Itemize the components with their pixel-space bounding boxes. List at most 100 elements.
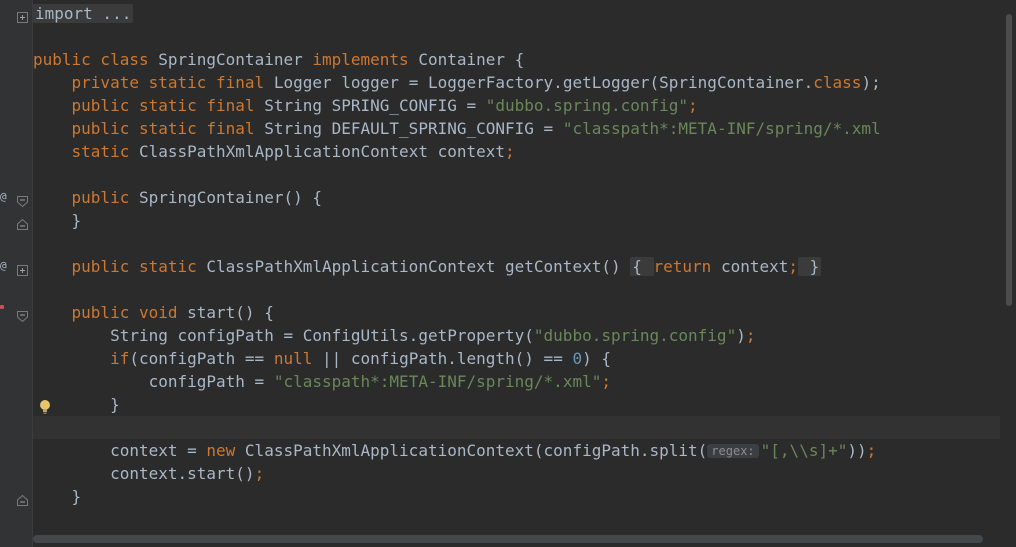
override-marker-icon[interactable]: @ (0, 259, 10, 273)
code-token: ClassPathXmlApplicationContext(configPat… (244, 441, 708, 460)
code-line[interactable] (33, 508, 1000, 531)
code-line[interactable]: } (33, 393, 1000, 416)
parameter-hint: regex: (707, 444, 759, 458)
code-line[interactable]: import ... (33, 2, 1000, 25)
code-token: public static (71, 257, 207, 276)
code-token: ; (254, 464, 265, 483)
code-token: ClassPathXmlApplicationContext context (138, 142, 506, 161)
horizontal-scroll-thumb[interactable] (33, 535, 983, 543)
fold-collapse-icon[interactable] (17, 307, 28, 323)
code-token: "dubbo.spring.config" (533, 326, 737, 345)
code-token: } (33, 487, 82, 506)
fold-end-icon[interactable] (17, 491, 28, 506)
code-token: ClassPathXmlApplicationContext getContex… (206, 257, 631, 276)
code-line[interactable]: private static final Logger logger = Log… (33, 71, 1000, 94)
code-token: ; (601, 372, 611, 391)
folded-region[interactable]: } (798, 257, 822, 276)
code-token: ; (866, 441, 877, 460)
code-token: public void (71, 303, 188, 322)
editor-gutter: @ @ (0, 0, 33, 547)
code-editor[interactable]: @ @ import ... public class SpringContaine… (0, 0, 1016, 547)
code-token: ); (861, 73, 881, 92)
code-line[interactable]: static ClassPathXmlApplicationContext co… (33, 140, 1000, 163)
code-token: null (273, 349, 322, 368)
code-token: public static final (71, 96, 265, 115)
code-line[interactable]: if(configPath == null || configPath.leng… (33, 347, 1000, 370)
code-line[interactable] (33, 163, 1000, 186)
folded-region[interactable]: import ... (33, 4, 134, 23)
vertical-scrollbar[interactable] (1000, 0, 1016, 547)
fold-expand-icon[interactable] (17, 8, 28, 23)
code-line[interactable] (33, 416, 1000, 439)
code-token: context.start() (33, 464, 255, 483)
fold-expand-icon[interactable] (17, 261, 28, 276)
code-line[interactable]: public void start() { (33, 301, 1000, 324)
code-token: ) (736, 326, 746, 345)
code-line[interactable] (33, 232, 1000, 255)
lightbulb-icon[interactable] (37, 398, 53, 416)
code-token: static (71, 142, 139, 161)
code-token: String DEFAULT_SPRING_CONFIG = (264, 119, 563, 138)
code-token: Container { (418, 50, 525, 69)
code-token: ; (688, 96, 698, 115)
code-token: ; (505, 142, 515, 161)
folded-region[interactable]: { (630, 257, 654, 276)
code-token: public class (33, 50, 159, 69)
code-token: SpringContainer() { (138, 188, 322, 207)
vertical-scroll-thumb[interactable] (1006, 14, 1012, 306)
code-token: public (71, 188, 139, 207)
code-token: context = (33, 441, 207, 460)
code-token: "dubbo.spring.config" (485, 96, 689, 115)
code-line[interactable]: } (33, 209, 1000, 232)
code-token: "[,\\s]+" (760, 441, 848, 460)
code-token: ) { (582, 349, 611, 368)
code-token: ; (745, 326, 756, 345)
code-token: } (33, 211, 82, 230)
code-line[interactable] (33, 25, 1000, 48)
code-line[interactable]: } (33, 485, 1000, 508)
code-token: private static final (71, 73, 274, 92)
code-token: )) (847, 441, 867, 460)
code-token: if (110, 349, 130, 368)
code-token: "classpath*:META-INF/spring/*.xml" (273, 372, 602, 391)
override-marker-icon[interactable]: @ (0, 190, 10, 204)
code-line[interactable]: context.start(); (33, 462, 1000, 485)
code-token: configPath = (33, 372, 274, 391)
code-area[interactable]: import ... public class SpringContainer i… (33, 0, 1000, 547)
code-token: context (720, 257, 789, 276)
code-token: ; (788, 257, 799, 276)
code-line[interactable]: String configPath = ConfigUtils.getPrope… (33, 324, 1000, 347)
code-line[interactable]: public class SpringContainer implements … (33, 48, 1000, 71)
code-line[interactable]: configPath = "classpath*:META-INF/spring… (33, 370, 1000, 393)
fold-collapse-icon[interactable] (17, 192, 28, 208)
code-line[interactable] (33, 278, 1000, 301)
code-token: public static final (71, 119, 265, 138)
horizontal-scrollbar[interactable] (33, 531, 1000, 547)
code-token: Logger logger = LoggerFactory.getLogger(… (273, 73, 814, 92)
code-token: || configPath.length() == (322, 349, 573, 368)
code-line[interactable]: public static final String SPRING_CONFIG… (33, 94, 1000, 117)
code-token: String SPRING_CONFIG = (264, 96, 486, 115)
code-line[interactable]: public static ClassPathXmlApplicationCon… (33, 255, 1000, 278)
fold-end-icon[interactable] (17, 215, 28, 230)
code-token: SpringContainer (158, 50, 313, 69)
error-stripe-mark (0, 305, 4, 309)
code-token: 0 (572, 349, 583, 368)
code-token: return (653, 257, 721, 276)
code-token: class (813, 73, 862, 92)
code-token: String configPath = ConfigUtils.getPrope… (33, 326, 534, 345)
code-token: start() { (187, 303, 274, 322)
code-line[interactable]: public static final String DEFAULT_SPRIN… (33, 117, 1000, 140)
code-token: implements (312, 50, 419, 69)
code-line[interactable]: public SpringContainer() { (33, 186, 1000, 209)
code-line[interactable]: context = new ClassPathXmlApplicationCon… (33, 439, 1000, 462)
code-token: (configPath == (129, 349, 274, 368)
code-token: new (206, 441, 245, 460)
